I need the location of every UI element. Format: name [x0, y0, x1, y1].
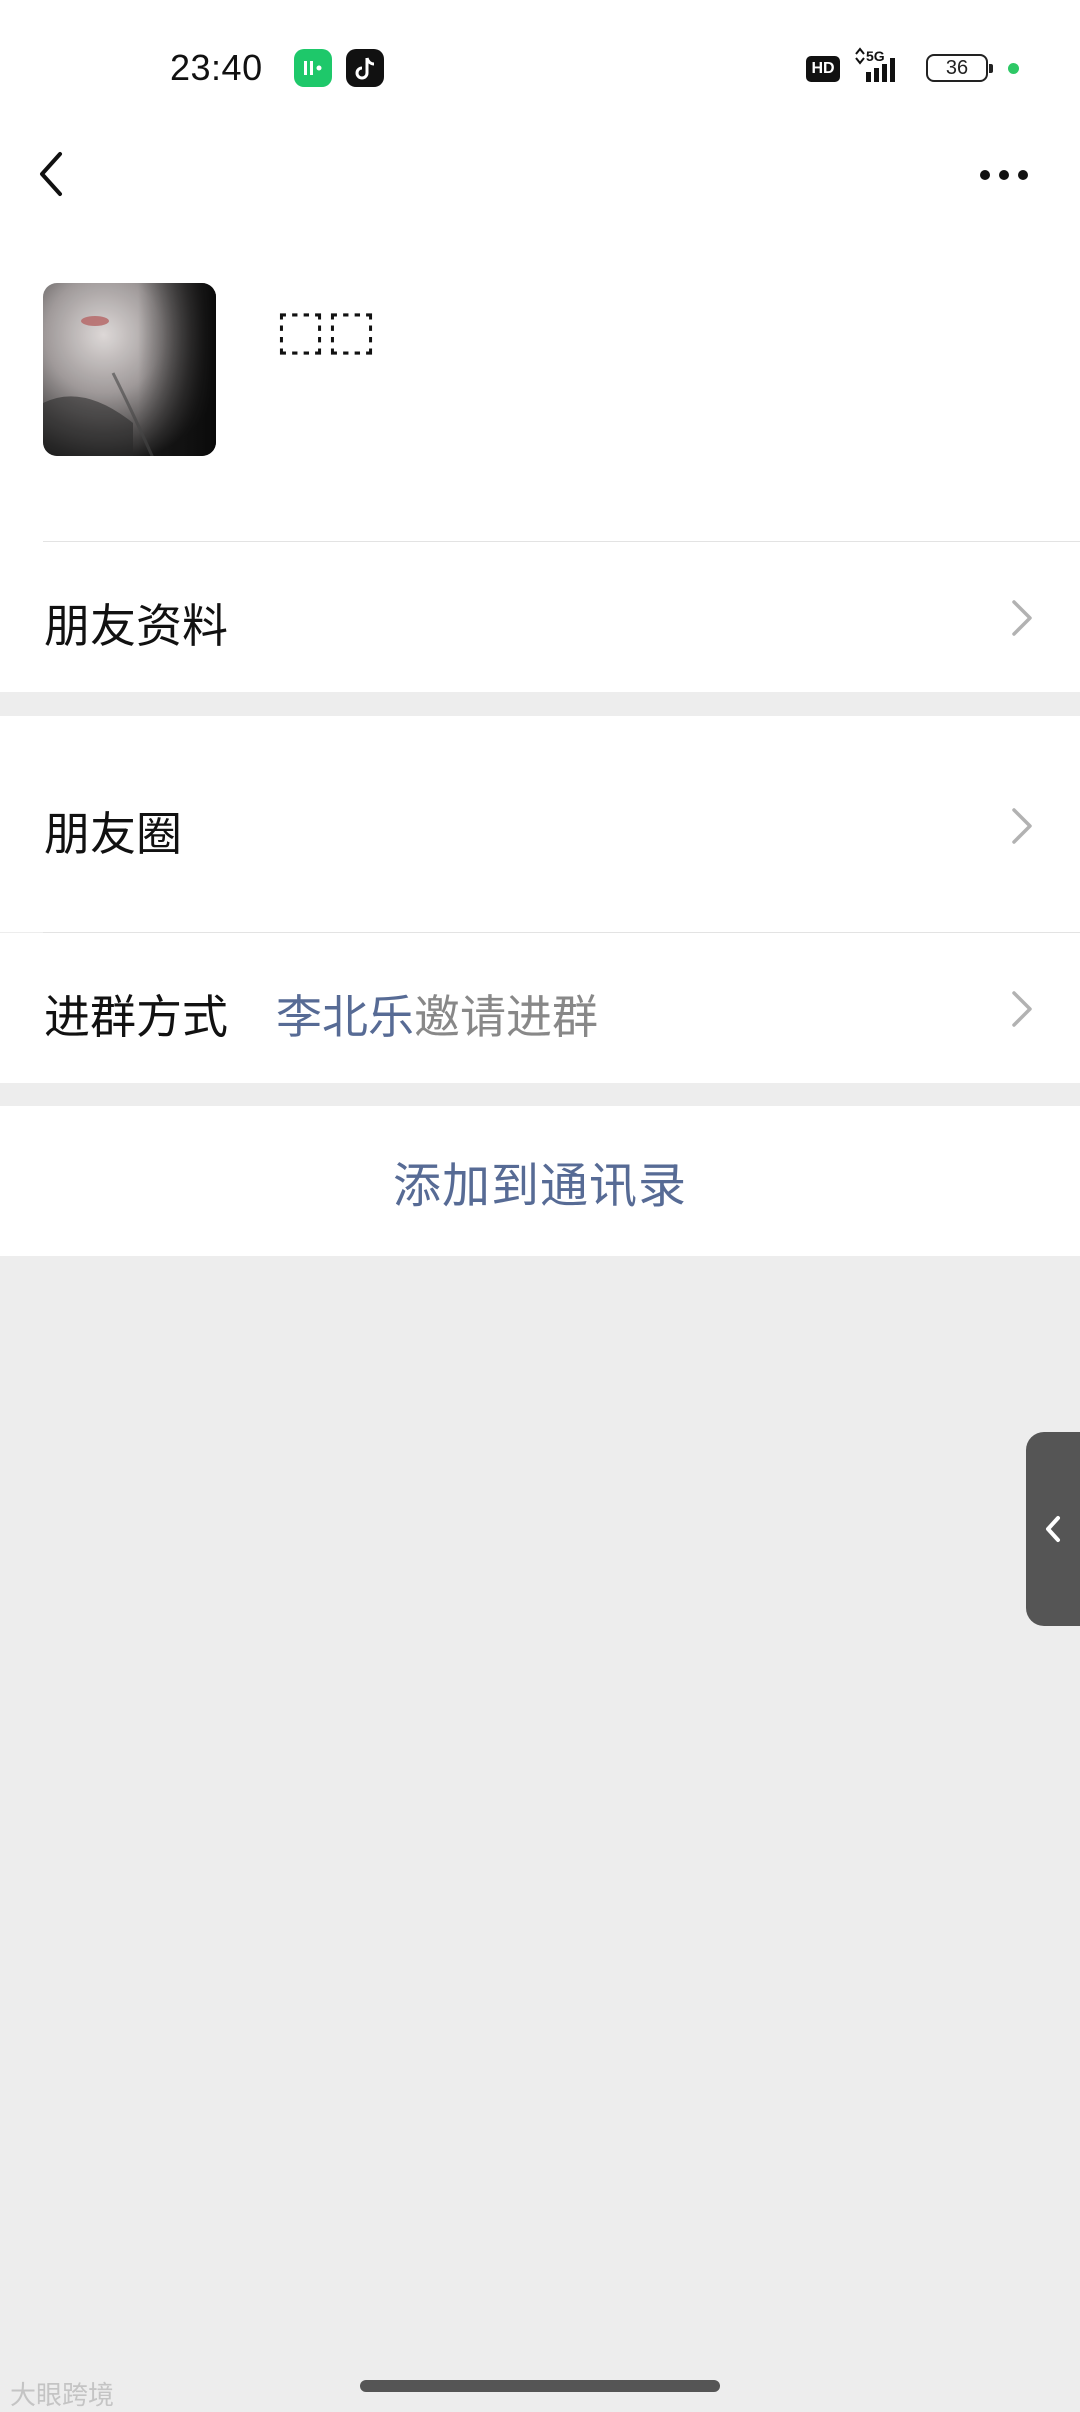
join-method-row[interactable]: 进群方式 李北乐邀请进群 — [0, 933, 1080, 1083]
back-button[interactable] — [30, 144, 80, 204]
moments-row[interactable]: 朋友圈 — [0, 716, 1080, 932]
join-method-value: 李北乐邀请进群 — [276, 981, 598, 1047]
chevron-right-icon — [1006, 987, 1036, 1031]
moments-label: 朋友圈 — [44, 807, 182, 861]
chevron-right-icon — [1006, 804, 1036, 848]
chevron-left-icon — [1046, 1516, 1060, 1542]
profile-name: ⬚⬚ — [275, 298, 378, 361]
status-time: 23:40 — [170, 47, 263, 88]
friend-info-label: 朋友资料 — [44, 599, 228, 653]
more-horizontal-icon — [980, 170, 1028, 180]
battery-indicator: 36 — [926, 54, 993, 82]
join-method-suffix: 邀请进群 — [414, 990, 598, 1044]
app-notification-icon — [294, 49, 332, 87]
add-to-contacts-label: 添加到通讯录 — [392, 1158, 687, 1214]
watermark: 大眼跨境 — [10, 2381, 115, 2411]
hd-badge: HD — [806, 56, 840, 82]
inviter-link[interactable]: 李北乐 — [276, 990, 414, 1044]
home-indicator[interactable] — [360, 2380, 720, 2392]
more-button[interactable] — [978, 160, 1030, 190]
signal-icon: 5G — [852, 46, 912, 86]
add-to-contacts-button[interactable]: 添加到通讯录 — [0, 1106, 1080, 1256]
join-method-label: 进群方式 — [44, 990, 228, 1044]
privacy-indicator-dot — [1008, 63, 1019, 74]
avatar[interactable] — [43, 283, 216, 456]
friend-info-row[interactable]: 朋友资料 — [0, 542, 1080, 692]
tiktok-icon — [346, 49, 384, 87]
network-type-label: 5G — [866, 48, 885, 64]
chevron-right-icon — [1006, 596, 1036, 640]
status-bar — [0, 0, 1080, 140]
side-panel-tab[interactable] — [1026, 1432, 1080, 1626]
chevron-left-icon — [40, 152, 62, 196]
